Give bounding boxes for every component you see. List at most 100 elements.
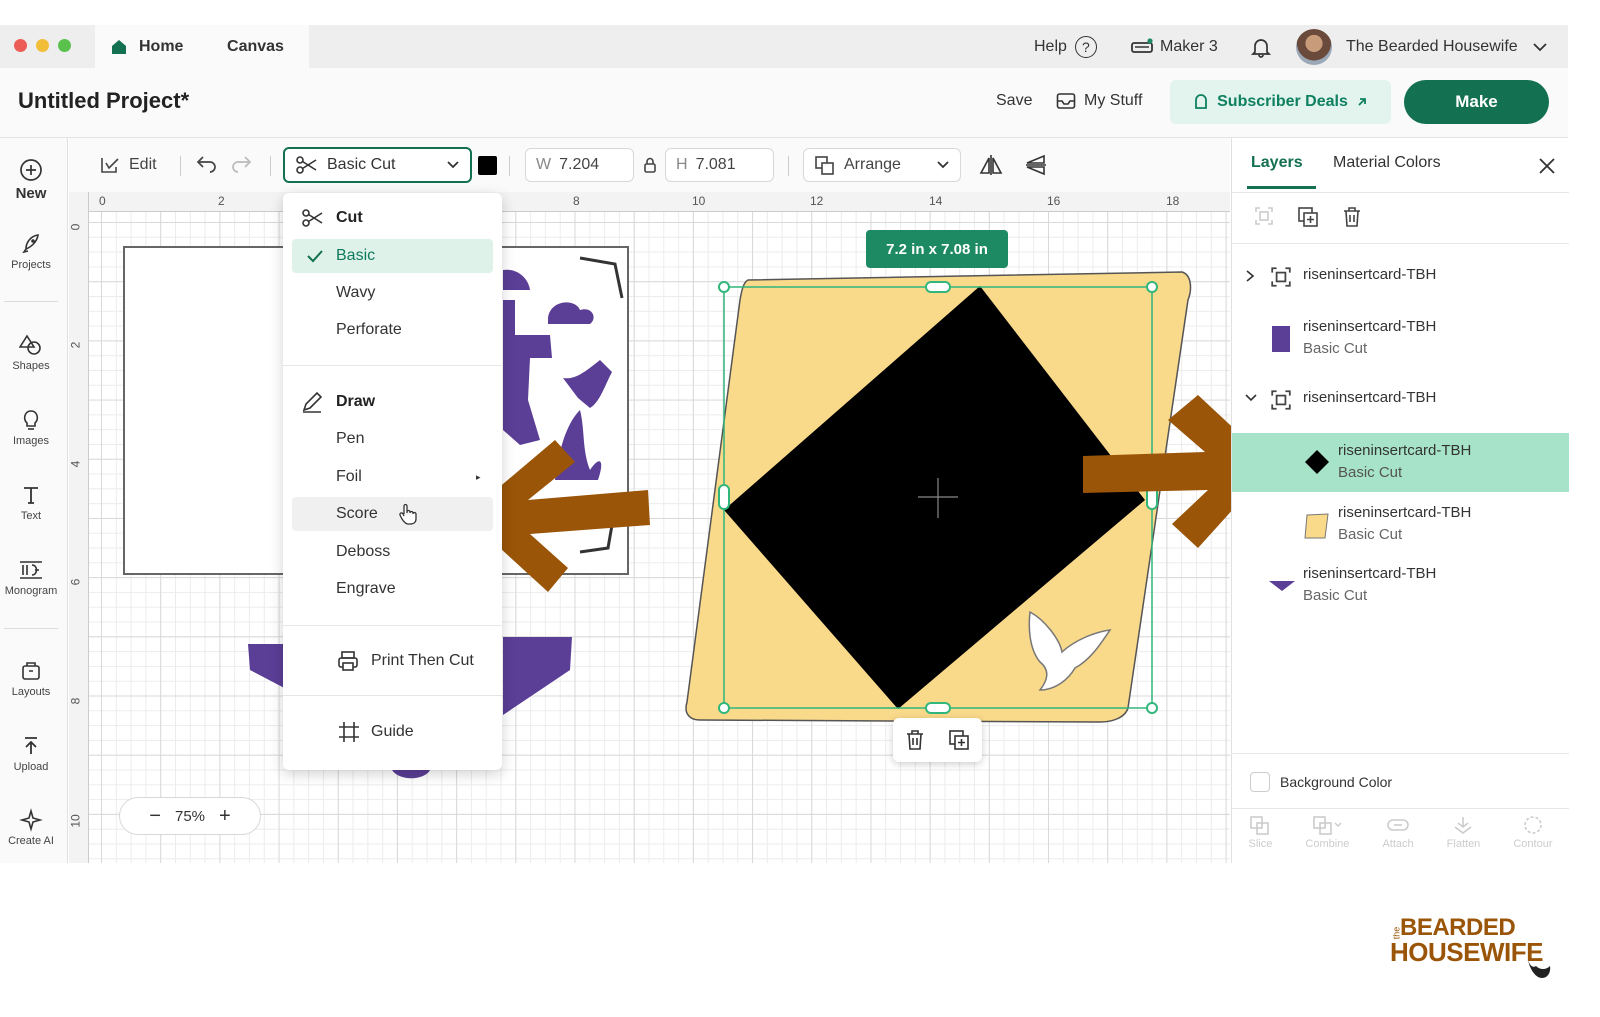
menu-item-engrave[interactable]: Engrave — [283, 572, 502, 606]
attach-icon — [1387, 819, 1409, 831]
submenu-arrow-icon: ▸ — [476, 471, 481, 482]
layer-thumbnail — [1269, 581, 1295, 591]
slice-button[interactable]: Slice — [1248, 815, 1273, 863]
menu-item-print-then-cut[interactable]: Print Then Cut — [283, 644, 502, 678]
layer-operation: Basic Cut — [1303, 587, 1368, 604]
panel-divider — [1232, 753, 1569, 754]
menu-item-deboss[interactable]: Deboss — [283, 535, 502, 569]
purple-piece[interactable] — [503, 637, 572, 715]
layer-operation: Basic Cut — [1303, 340, 1368, 357]
app-window: { "tabs": { "home": "Home", "canvas": "C… — [0, 0, 1600, 1017]
operation-menu: Cut Basic Wavy Perforate Draw Pen Foil ▸… — [283, 193, 502, 770]
resize-handle[interactable] — [718, 702, 730, 714]
menu-item-label: Perforate — [336, 321, 402, 338]
menu-heading-cut: Cut — [283, 201, 502, 235]
layer-thumbnail — [1272, 326, 1290, 352]
selection-actions — [893, 718, 982, 762]
layer-operation: Basic Cut — [1338, 464, 1403, 481]
menu-item-score[interactable]: Score — [292, 497, 493, 531]
contour-icon — [1524, 816, 1542, 834]
tab-layers[interactable]: Layers — [1251, 154, 1303, 172]
printer-icon — [338, 651, 358, 671]
contour-label: Contour — [1513, 838, 1553, 850]
layer-name: riseninsertcard-TBH — [1303, 266, 1437, 283]
group-icon — [1271, 390, 1291, 410]
resize-handle[interactable] — [1146, 281, 1158, 293]
resize-handle[interactable] — [925, 702, 951, 714]
layer-row[interactable]: riseninsertcard-TBH Basic Cut — [1232, 565, 1569, 613]
menu-item-wavy[interactable]: Wavy — [283, 276, 502, 310]
menu-divider — [283, 365, 502, 366]
layers-panel: Layers Material Colors riseninsertcard-T… — [1231, 138, 1569, 863]
panel-divider — [1232, 192, 1569, 193]
hand-cursor-icon — [399, 503, 417, 525]
layer-group[interactable]: riseninsertcard-TBH — [1232, 266, 1569, 296]
panel-divider — [1232, 808, 1569, 809]
group-icon[interactable] — [1254, 206, 1274, 226]
slice-icon — [1250, 816, 1270, 835]
close-icon[interactable] — [1538, 157, 1556, 175]
layer-name: riseninsertcard-TBH — [1338, 504, 1472, 521]
contour-button[interactable]: Contour — [1513, 815, 1552, 863]
trash-icon[interactable] — [905, 729, 925, 751]
zoom-control: − 75% + — [119, 797, 261, 835]
flatten-icon — [1455, 817, 1472, 834]
menu-item-label: Print Then Cut — [371, 652, 474, 669]
scissors-icon — [302, 209, 323, 227]
layer-name: riseninsertcard-TBH — [1303, 318, 1437, 335]
resize-handle[interactable] — [718, 281, 730, 293]
layer-row-selected[interactable]: riseninsertcard-TBH Basic Cut — [1232, 433, 1569, 492]
active-tab-indicator — [1247, 186, 1316, 189]
trash-icon[interactable] — [1342, 206, 1362, 228]
resize-handle[interactable] — [718, 484, 730, 510]
guide-icon — [339, 722, 359, 742]
menu-heading-label: Cut — [336, 209, 363, 226]
duplicate-icon[interactable] — [948, 729, 970, 751]
menu-item-label: Score — [336, 505, 378, 522]
menu-divider — [283, 625, 502, 626]
group-icon — [1271, 267, 1291, 287]
chevron-down-icon[interactable] — [1244, 393, 1258, 403]
menu-item-label: Engrave — [336, 580, 396, 597]
menu-divider — [283, 695, 502, 696]
tab-material-colors[interactable]: Material Colors — [1333, 154, 1441, 172]
pen-icon — [302, 391, 323, 413]
checkmark-icon — [307, 250, 323, 263]
attach-label: Attach — [1382, 838, 1414, 850]
background-color-checkbox[interactable] — [1250, 772, 1270, 792]
brand-line2: HOUSEWIFE — [1390, 937, 1543, 967]
layer-thumbnail — [1304, 513, 1329, 539]
resize-handle[interactable] — [1146, 702, 1158, 714]
attach-button[interactable]: Attach — [1382, 815, 1414, 863]
menu-item-label: Wavy — [336, 284, 376, 301]
layer-name: riseninsertcard-TBH — [1303, 565, 1437, 582]
layer-row[interactable]: riseninsertcard-TBH Basic Cut — [1232, 318, 1569, 366]
menu-heading-draw: Draw — [283, 385, 502, 419]
size-label: 7.2 in x 7.08 in — [866, 230, 1008, 268]
menu-item-label: Deboss — [336, 543, 391, 560]
layer-operation: Basic Cut — [1338, 526, 1403, 543]
combine-label: Combine — [1305, 838, 1350, 850]
zoom-out-button[interactable]: − — [149, 805, 161, 828]
flatten-label: Flatten — [1446, 838, 1481, 850]
background-color-label: Background Color — [1280, 774, 1393, 790]
layer-group[interactable]: riseninsertcard-TBH — [1232, 389, 1569, 419]
zoom-in-button[interactable]: + — [219, 805, 231, 828]
flatten-button[interactable]: Flatten — [1446, 815, 1481, 863]
menu-item-label: Guide — [371, 723, 414, 740]
menu-item-label: Basic — [336, 247, 376, 264]
menu-item-foil[interactable]: Foil ▸ — [283, 460, 502, 494]
layer-row[interactable]: riseninsertcard-TBH Basic Cut — [1232, 504, 1569, 552]
bottom-tools: Slice Combine Attach Flatten Contour — [1232, 815, 1569, 863]
chevron-right-icon[interactable] — [1245, 269, 1255, 283]
menu-item-basic[interactable]: Basic — [292, 239, 493, 273]
slice-label: Slice — [1248, 838, 1273, 850]
card-shape[interactable] — [123, 246, 295, 575]
combine-button[interactable]: Combine — [1305, 815, 1349, 863]
menu-item-guide[interactable]: Guide — [283, 715, 502, 749]
resize-handle[interactable] — [925, 281, 951, 293]
duplicate-icon[interactable] — [1297, 206, 1319, 228]
menu-item-perforate[interactable]: Perforate — [283, 313, 502, 347]
purple-piece[interactable] — [392, 770, 430, 779]
menu-item-pen[interactable]: Pen — [283, 422, 502, 456]
